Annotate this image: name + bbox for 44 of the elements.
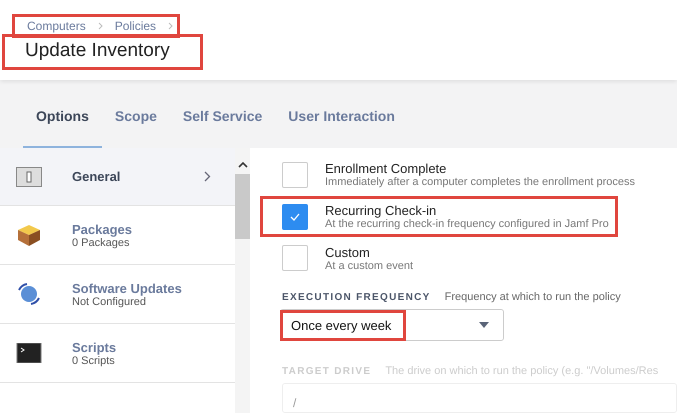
sidebar-item[interactable]: General [0,148,235,206]
switch-icon [16,166,42,186]
breadcrumb-link[interactable]: Computers [27,19,86,33]
caret-icon [479,322,489,328]
chevron-icon [168,22,174,30]
sidebar-item-subtitle: Not Configured [72,296,146,308]
tab[interactable]: Self Service [170,84,276,148]
option-label: Custom [325,244,371,260]
sidebar-item-subtitle: 0 Packages [72,236,130,248]
chevron-icon [98,22,103,30]
frequency-dropdown[interactable]: Once every week [280,309,504,342]
sidebar-item-label: General [72,169,122,184]
scrollbar-thumb[interactable] [235,174,250,239]
option-label: Enrollment Complete [325,161,448,176]
terminal-icon [16,343,42,363]
tab[interactable]: Scope [102,84,170,148]
scrollbar[interactable] [235,148,250,413]
breadcrumb-link[interactable]: Policies [114,19,156,33]
sidebar-item-subtitle: 0 Scripts [72,354,115,366]
option-description: At a custom event [325,260,414,272]
trigger-option[interactable]: Recurring Check-in At the recurring check-in frequency configured in Jamf Pro [260,196,618,238]
checkbox[interactable] [282,204,308,230]
sidebar-item-label: Scripts [72,340,118,354]
globe-icon [16,281,42,307]
dropdown-value: Once every week [280,310,406,341]
checkmark-icon [290,212,300,220]
field-hint: Frequency at which to run the policy [444,291,621,304]
field-label: EXECUTION FREQUENCY [282,292,431,304]
sidebar-item[interactable]: Scripts 0 Scripts [0,324,235,383]
checkbox[interactable] [282,245,308,272]
option-description: At the recurring check-in frequency configured in Jamf Pro [325,218,609,230]
option-label: Recurring Check-in [325,203,438,218]
sidebar-item-label: Software Updates [72,280,183,296]
checkbox[interactable] [282,162,308,188]
trigger-option[interactable]: Custom At a custom event [260,237,422,280]
sidebar-item[interactable]: Packages 0 Packages [0,206,235,265]
tab[interactable]: User Interaction [275,84,408,148]
box-icon [16,223,42,247]
page-title: Update Inventory [2,34,203,70]
trigger-option[interactable]: Enrollment Complete Immediately after a computer completes the enrollment process [260,154,644,196]
scroll-up-icon[interactable] [238,161,248,168]
sidebar-item-label: Packages [72,222,133,236]
chevron-icon [204,171,211,182]
option-description: Immediately after a computer completes the enrollment process [325,176,635,188]
